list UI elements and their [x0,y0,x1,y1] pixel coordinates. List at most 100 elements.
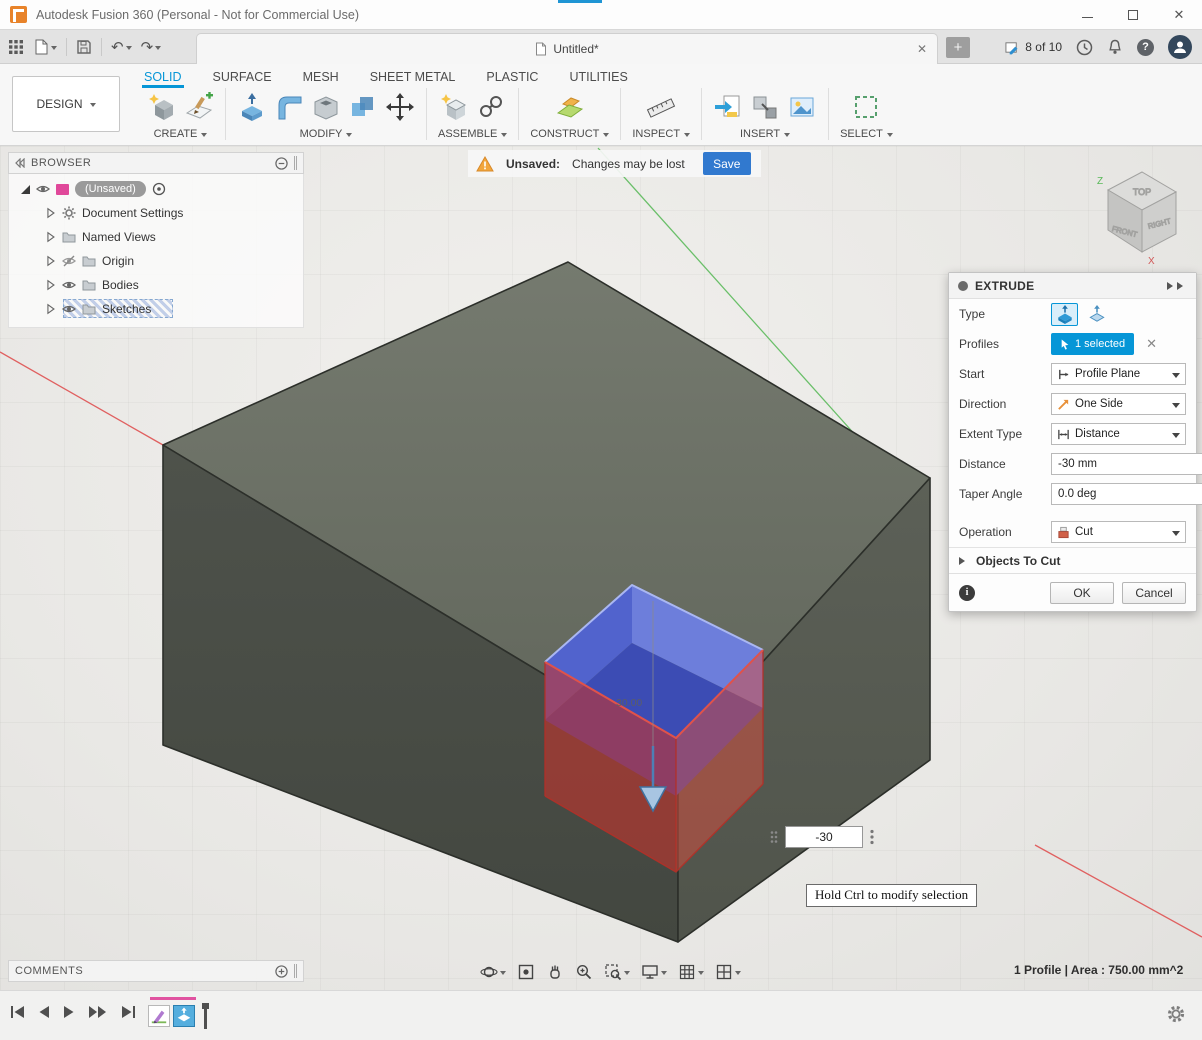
tree-item-document-settings[interactable]: Document Settings [9,201,303,225]
collapse-left-icon[interactable] [15,158,25,168]
new-solid-icon[interactable] [147,92,177,122]
root-document-label[interactable]: (Unsaved) [75,181,146,197]
insert-derive-icon[interactable] [750,92,780,122]
tab-solid[interactable]: SOLID [142,68,184,86]
view-cube[interactable]: TOP FRONT RIGHT Z X [1097,172,1176,267]
dialog-collapse-button[interactable] [1167,282,1187,290]
pan-button[interactable] [546,963,564,981]
caret-right-icon[interactable] [45,255,56,267]
visibility-eye-icon[interactable] [62,302,76,316]
dialog-header[interactable]: EXTRUDE [949,273,1196,299]
type-extrude-button[interactable] [1051,303,1078,326]
tab-utilities[interactable]: UTILITIES [567,68,629,86]
display-settings-button[interactable] [641,963,667,981]
insert-svg-icon[interactable] [713,92,743,122]
zoom-window-button[interactable] [604,963,630,981]
tree-item-label[interactable]: Bodies [102,278,139,292]
kebab-menu-icon[interactable] [870,829,874,845]
grid-settings-button[interactable] [678,963,704,981]
tab-plastic[interactable]: PLASTIC [484,68,540,86]
timeline-extrude-feature[interactable] [173,1005,195,1027]
canvas-icon[interactable] [787,92,817,122]
minimize-button[interactable] [1064,0,1110,29]
look-at-button[interactable] [517,963,535,981]
resize-handle-icon[interactable] [21,185,30,194]
visibility-eye-icon[interactable] [62,278,76,292]
ok-button[interactable]: OK [1050,582,1114,604]
shell-icon[interactable] [311,92,341,122]
combine-icon[interactable] [348,92,378,122]
orbit-button[interactable] [480,963,506,981]
type-thin-extrude-button[interactable] [1083,303,1110,326]
group-construct-label[interactable]: CONSTRUCT [530,128,609,140]
panel-grip[interactable] [294,964,297,978]
viewports-button[interactable] [715,963,741,981]
job-status[interactable]: 8 of 10 [1005,40,1062,55]
save-document-button[interactable]: Save [703,152,751,175]
operation-select[interactable]: Cut [1051,521,1186,543]
measure-icon[interactable] [646,92,676,122]
maximize-button[interactable] [1110,0,1156,29]
create-sketch-icon[interactable] [184,92,214,122]
fillet-icon[interactable] [274,92,304,122]
circle-plus-icon[interactable] [275,965,288,978]
comments-header[interactable]: COMMENTS [8,960,304,982]
tree-item-label[interactable]: Named Views [82,230,156,244]
file-menu-button[interactable] [33,39,57,55]
group-create-label[interactable]: CREATE [154,128,208,140]
visibility-off-icon[interactable] [62,254,76,268]
tree-item-bodies[interactable]: Bodies [9,273,303,297]
activate-target-icon[interactable] [152,182,166,196]
zoom-button[interactable] [575,963,593,981]
browser-root-row[interactable]: (Unsaved) [9,177,303,201]
help-button[interactable]: ? [1137,39,1154,56]
workspace-switcher[interactable]: DESIGN [12,76,120,132]
tab-close-button[interactable]: ✕ [917,42,927,56]
avatar[interactable] [1168,35,1192,59]
new-component-icon[interactable] [439,92,469,122]
start-select[interactable]: Profile Plane [1051,363,1186,385]
tab-surface[interactable]: SURFACE [211,68,274,86]
tree-item-label[interactable]: Origin [102,254,134,268]
step-back-button[interactable] [38,1005,50,1019]
notifications-button[interactable] [1107,39,1123,55]
group-select-label[interactable]: SELECT [840,128,893,140]
save-button[interactable] [76,39,92,55]
caret-right-icon[interactable] [45,231,56,243]
tab-sheet-metal[interactable]: SHEET METAL [368,68,458,86]
drag-handle-icon[interactable] [770,830,778,844]
extent-type-select[interactable]: Distance [1051,423,1186,445]
profiles-selected-chip[interactable]: 1 selected [1051,333,1134,355]
history-button[interactable] [1076,39,1093,56]
play-button[interactable] [63,1005,75,1019]
step-forward-button[interactable] [88,1005,108,1019]
document-tab[interactable]: Untitled* ✕ [196,33,938,64]
tree-item-label[interactable]: Sketches [102,302,151,316]
panel-grip[interactable] [294,156,297,170]
app-grid-button[interactable] [8,39,24,55]
move-icon[interactable] [385,92,415,122]
skip-to-end-button[interactable] [121,1005,136,1019]
caret-right-icon[interactable] [45,207,56,219]
objects-to-cut-section[interactable]: Objects To Cut [949,547,1196,573]
cancel-button[interactable]: Cancel [1122,582,1186,604]
group-modify-label[interactable]: MODIFY [300,128,353,140]
info-icon[interactable]: i [959,585,975,601]
timeline-sketch-feature[interactable] [148,1005,170,1027]
close-button[interactable]: ✕ [1156,0,1202,29]
group-assemble-label[interactable]: ASSEMBLE [438,128,507,140]
taper-angle-input[interactable] [1051,483,1202,505]
visibility-eye-icon[interactable] [36,182,50,196]
circle-minus-icon[interactable] [275,157,288,170]
caret-right-icon[interactable] [45,303,56,315]
timeline-playhead[interactable] [204,1003,207,1029]
tree-item-named-views[interactable]: Named Views [9,225,303,249]
caret-right-icon[interactable] [45,279,56,291]
tab-mesh[interactable]: MESH [301,68,341,86]
redo-button[interactable]: ↷ [141,40,162,55]
group-insert-label[interactable]: INSERT [740,128,790,140]
joint-icon[interactable] [476,92,506,122]
select-icon[interactable] [851,92,881,122]
timeline-settings-button[interactable] [1166,1004,1186,1024]
undo-button[interactable]: ↶ [111,40,132,55]
